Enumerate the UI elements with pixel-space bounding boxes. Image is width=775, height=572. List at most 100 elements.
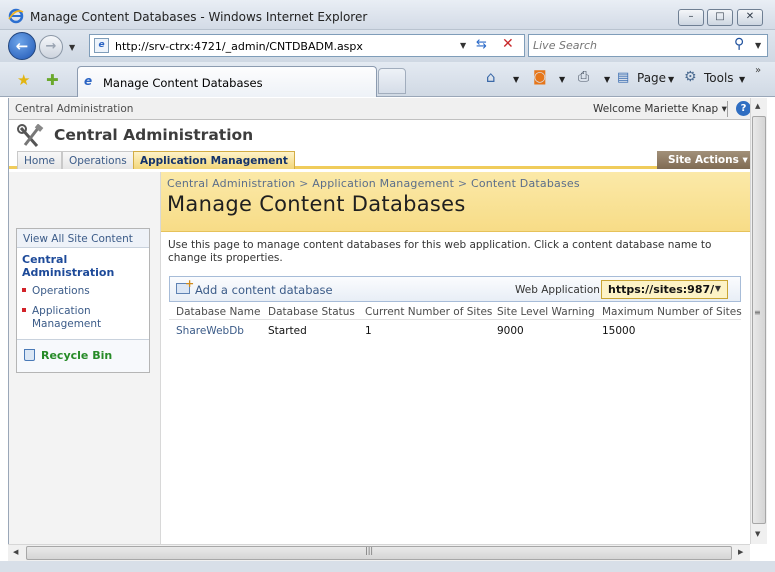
address-url[interactable]: http://srv-ctrx:4721/_admin/CNTDBADM.asp… — [115, 40, 363, 53]
web-application-selector[interactable]: https://sites:987/ ▼ — [601, 280, 728, 299]
column-header-database-status: Database Status — [268, 306, 355, 318]
breadcrumb-separator: > — [299, 177, 309, 190]
help-icon[interactable]: ? — [736, 101, 750, 116]
tab-home[interactable]: Home — [17, 151, 63, 169]
vertical-scrollbar[interactable]: ▲ ≡ ▼ — [750, 98, 767, 544]
recycle-bin-label: Recycle Bin — [41, 349, 113, 362]
tab-operations[interactable]: Operations — [62, 151, 134, 169]
breadcrumb-content-databases: Content Databases — [470, 177, 580, 190]
feeds-dropdown-icon[interactable]: ▼ — [559, 75, 565, 84]
live-search-box[interactable]: ⚲ ▼ — [528, 34, 768, 57]
add-content-database-link[interactable]: Add a content database — [195, 283, 333, 297]
page-viewport: Central Administration Welcome Mariette … — [8, 98, 750, 544]
gear-icon[interactable]: ⚙ — [684, 69, 697, 85]
quicklaunch-item-operations[interactable]: Operations — [22, 285, 90, 298]
content-db-toolbar: Add a content database Web Application: … — [169, 276, 741, 302]
tools-dropdown-icon[interactable]: ▼ — [739, 75, 745, 84]
site-title-area: Central Administration — [9, 120, 750, 150]
scroll-left-icon[interactable]: ◀ — [13, 548, 18, 556]
tab-manage-content-databases[interactable]: e Manage Content Databases — [77, 66, 377, 97]
global-bar: Central Administration Welcome Mariette … — [9, 98, 750, 120]
chevron-more-icon[interactable]: » — [755, 65, 761, 76]
web-application-value: https://sites:987/ — [608, 283, 715, 296]
scroll-down-icon[interactable]: ▼ — [755, 530, 760, 538]
forward-arrow-icon[interactable]: → — [39, 35, 63, 59]
site-title[interactable]: Central Administration — [54, 126, 253, 144]
page-menu-icon[interactable]: ▤ — [617, 70, 629, 85]
database-status: Started — [268, 325, 307, 337]
search-icon[interactable]: ⚲ — [734, 36, 744, 52]
breadcrumb-central-administration[interactable]: Central Administration — [167, 177, 295, 190]
page-title-area: Central Administration > Application Man… — [161, 172, 750, 232]
window-title: Manage Content Databases - Windows Inter… — [30, 10, 368, 24]
horizontal-scroll-thumb[interactable] — [26, 546, 732, 560]
minimize-button[interactable]: – — [678, 9, 704, 26]
new-tab-button[interactable] — [378, 68, 406, 94]
tools-menu[interactable]: Tools — [704, 71, 734, 85]
table-row: ShareWebDb Started 1 9000 15000 — [169, 321, 741, 341]
scroll-up-icon[interactable]: ▲ — [755, 102, 760, 110]
table-header: Database Name Database Status Current Nu… — [169, 303, 742, 320]
print-icon[interactable]: ⎙ — [578, 69, 589, 85]
print-dropdown-icon[interactable]: ▼ — [604, 75, 610, 84]
site-actions-menu[interactable]: Site Actions ▾ — [657, 151, 750, 169]
navigation-bar: ← → ▼ e http://srv-ctrx:4721/_admin/CNTD… — [0, 30, 775, 62]
recycle-bin-link[interactable]: Recycle Bin — [17, 339, 149, 372]
central-admin-tools-icon — [17, 124, 44, 147]
page-menu[interactable]: Page — [637, 71, 666, 85]
feeds-icon[interactable]: ◙ — [533, 69, 547, 85]
breadcrumb: Central Administration > Application Man… — [167, 177, 580, 190]
page-dropdown-icon[interactable]: ▼ — [668, 75, 674, 84]
global-breadcrumb[interactable]: Central Administration — [15, 103, 133, 115]
quicklaunch-item-application-management[interactable]: Application Management — [22, 305, 142, 331]
maximize-button[interactable]: □ — [707, 9, 733, 26]
stop-icon[interactable]: ✕ — [502, 36, 514, 52]
favorites-star-icon[interactable]: ★ — [17, 71, 30, 89]
maximum-number-of-sites: 15000 — [602, 325, 636, 337]
back-arrow-icon[interactable]: ← — [8, 32, 36, 60]
left-navigation: View All Site Content Central Administra… — [9, 172, 161, 544]
page-description: Use this page to manage content database… — [168, 239, 712, 264]
add-database-icon[interactable] — [176, 277, 194, 294]
search-dropdown-icon[interactable]: ▼ — [755, 41, 761, 50]
main-content: Use this page to manage content database… — [161, 232, 750, 544]
quicklaunch-item-label: Operations — [32, 285, 90, 297]
page-icon: e — [94, 38, 109, 53]
address-bar[interactable]: e http://srv-ctrx:4721/_admin/CNTDBADM.a… — [89, 34, 525, 57]
home-dropdown-icon[interactable]: ▼ — [513, 75, 519, 84]
search-input[interactable] — [533, 38, 723, 53]
ie-logo-icon — [8, 8, 24, 24]
column-header-maximum-sites: Maximum Number of Sites — [602, 306, 742, 318]
address-dropdown-icon[interactable]: ▼ — [460, 41, 466, 50]
divider — [727, 101, 728, 117]
column-header-database-name: Database Name — [176, 306, 261, 318]
tab-application-management[interactable]: Application Management — [133, 151, 295, 169]
bullet-icon — [22, 288, 26, 292]
welcome-menu[interactable]: Welcome Mariette Knap ▾ — [593, 103, 727, 115]
close-button[interactable]: ✕ — [737, 9, 763, 26]
horizontal-scrollbar[interactable]: ◀ ||| ▶ — [8, 544, 750, 561]
column-header-current-sites: Current Number of Sites — [365, 306, 493, 318]
column-header-site-level-warning: Site Level Warning — [497, 306, 595, 318]
scroll-right-icon[interactable]: ▶ — [738, 548, 743, 556]
database-name-link[interactable]: ShareWebDb — [176, 325, 244, 337]
quicklaunch-item-label: Application Management — [32, 305, 102, 330]
breadcrumb-separator: > — [457, 177, 468, 190]
breadcrumb-application-management[interactable]: Application Management — [312, 177, 454, 190]
tab-bar: ★ ✚ e Manage Content Databases ⌂ ▼ ◙ ▼ ⎙… — [0, 62, 775, 97]
view-all-site-content-link[interactable]: View All Site Content — [17, 229, 149, 248]
vertical-scroll-thumb[interactable] — [752, 116, 766, 524]
current-number-of-sites: 1 — [365, 325, 372, 337]
scroll-grip-icon: ||| — [365, 546, 374, 555]
home-icon[interactable]: ⌂ — [486, 68, 496, 86]
window-titlebar: Manage Content Databases - Windows Inter… — [0, 0, 775, 30]
tab-label: Manage Content Databases — [103, 76, 263, 90]
recycle-bin-icon — [24, 349, 35, 361]
add-favorite-icon[interactable]: ✚ — [46, 71, 59, 89]
ie-page-icon: e — [84, 74, 93, 88]
recent-pages-dropdown-icon[interactable]: ▼ — [69, 43, 75, 52]
chevron-down-icon: ▼ — [714, 284, 721, 293]
refresh-icon[interactable]: ⇆ — [476, 37, 487, 52]
scroll-grip-icon: ≡ — [754, 308, 761, 317]
quicklaunch-heading[interactable]: Central Administration — [22, 253, 146, 279]
